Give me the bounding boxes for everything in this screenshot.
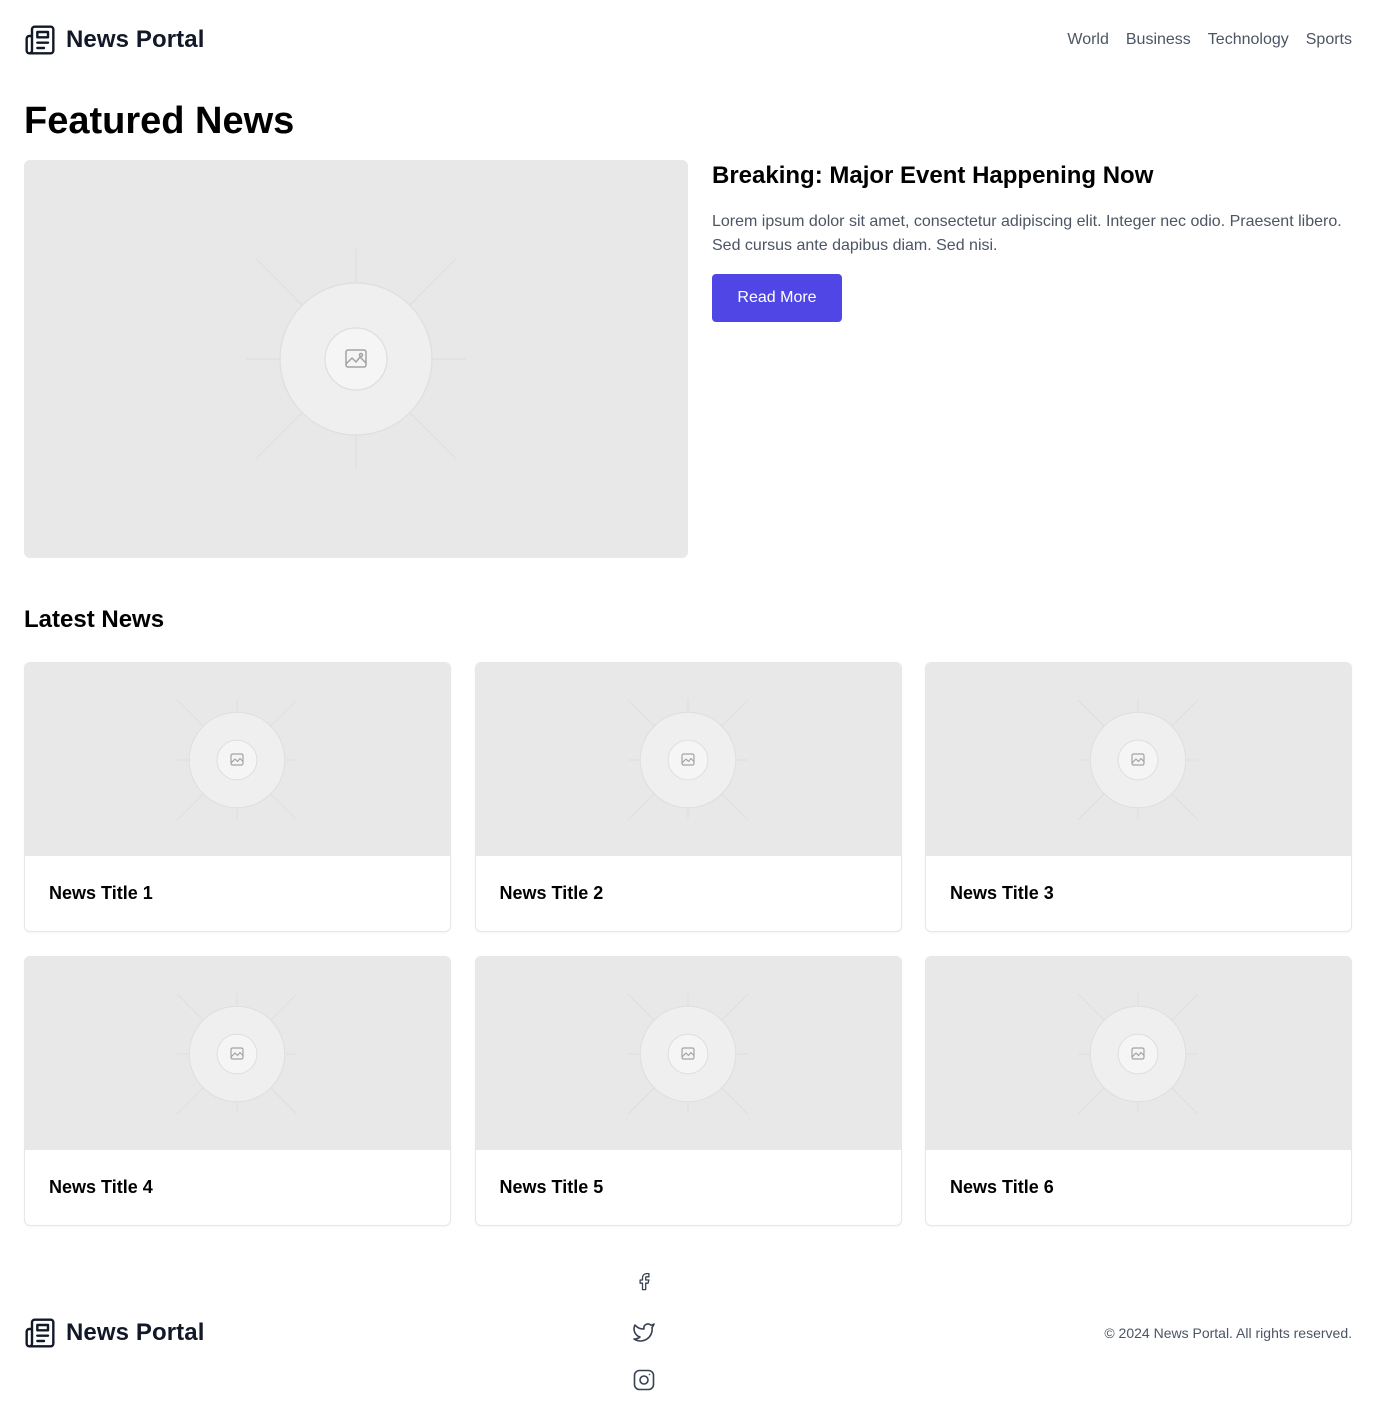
news-card-title[interactable]: News Title 2 [476, 856, 901, 904]
news-card[interactable]: News Title 2 [474, 662, 902, 932]
news-card[interactable]: News Title 5 [474, 956, 902, 1226]
facebook-link[interactable] [632, 1272, 656, 1296]
news-card-title[interactable]: News Title 1 [25, 856, 450, 904]
news-card[interactable]: News Title 1 [24, 662, 451, 932]
brand-name: News Portal [66, 26, 205, 53]
instagram-link[interactable] [632, 1368, 656, 1392]
news-card[interactable]: News Title 6 [925, 956, 1352, 1226]
news-card[interactable]: News Title 4 [24, 956, 451, 1226]
featured-headline[interactable]: Breaking: Major Event Happening Now [712, 160, 1352, 192]
news-card-image [475, 957, 901, 1150]
image-placeholder-icon [1077, 699, 1199, 821]
footer-brand-name: News Portal [66, 1319, 205, 1346]
news-card-image [25, 957, 450, 1150]
twitter-icon [633, 1323, 655, 1342]
nav-link-world[interactable]: World [1067, 31, 1109, 49]
news-card-title[interactable]: News Title 3 [926, 856, 1351, 904]
news-card-image [926, 957, 1351, 1150]
featured-image[interactable] [24, 160, 688, 558]
facebook-icon [639, 1272, 650, 1291]
news-card-image [926, 663, 1351, 856]
nav-link-technology[interactable]: Technology [1208, 31, 1289, 49]
image-placeholder-icon [1077, 993, 1199, 1115]
instagram-icon [633, 1369, 655, 1391]
main-nav: World Business Technology Sports [1067, 31, 1352, 49]
nav-link-business[interactable]: Business [1126, 31, 1191, 49]
site-footer: News Portal © 2024 News Portal. All righ… [24, 1262, 1352, 1402]
copyright-text: © 2024 News Portal. All rights reserved. [1104, 1325, 1352, 1341]
featured-article: Breaking: Major Event Happening Now Lore… [712, 160, 1352, 322]
image-placeholder-icon [176, 699, 298, 821]
site-header: News Portal World Business Technology Sp… [24, 18, 1352, 62]
social-links [632, 1272, 656, 1392]
news-card-title[interactable]: News Title 5 [476, 1150, 901, 1198]
news-card-image [475, 663, 901, 856]
featured-description: Lorem ipsum dolor sit amet, consectetur … [712, 213, 1342, 254]
image-placeholder-icon [246, 249, 466, 469]
newspaper-icon [25, 25, 55, 55]
image-placeholder-icon [627, 699, 748, 821]
latest-news-grid: News Title 1 News Title 2 News Title 3 N… [24, 662, 1352, 1226]
news-card-image [25, 663, 450, 856]
image-placeholder-icon [176, 993, 298, 1115]
newspaper-icon [25, 1318, 55, 1348]
news-card-title[interactable]: News Title 4 [25, 1150, 450, 1198]
read-more-button[interactable]: Read More [712, 274, 842, 322]
twitter-link[interactable] [632, 1320, 656, 1344]
nav-link-sports[interactable]: Sports [1306, 31, 1352, 49]
news-card[interactable]: News Title 3 [925, 662, 1352, 932]
footer-brand-link[interactable]: News Portal [24, 1317, 204, 1349]
featured-section-title: Featured News [24, 100, 295, 142]
latest-section-title: Latest News [24, 606, 165, 633]
news-card-title[interactable]: News Title 6 [926, 1150, 1351, 1198]
image-placeholder-icon [627, 993, 748, 1115]
brand-logo-link[interactable]: News Portal [24, 24, 204, 56]
